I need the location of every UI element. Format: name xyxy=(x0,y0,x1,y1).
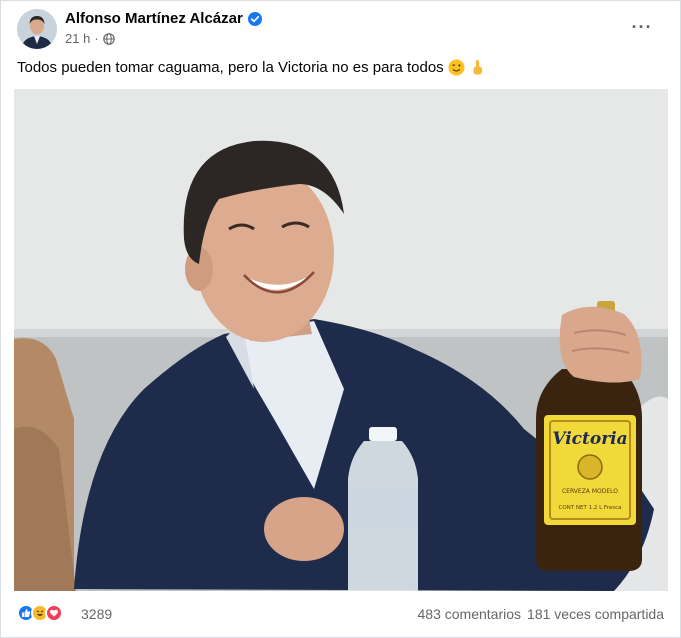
more-options-button[interactable]: ··· xyxy=(628,13,656,41)
reaction-count[interactable]: 3289 xyxy=(81,606,112,622)
post-text: Todos pueden tomar caguama, pero la Vict… xyxy=(17,59,444,76)
post-header: Alfonso Martínez Alcázar 21 h · ··· xyxy=(15,9,666,49)
post-timestamp[interactable]: 21 h xyxy=(65,31,90,46)
comments-count-link[interactable]: 483 comentarios xyxy=(418,606,522,622)
post-footer: 3289 483 comentarios 181 veces compartid… xyxy=(17,601,664,627)
reaction-icons[interactable] xyxy=(17,604,63,622)
globe-icon xyxy=(102,32,115,45)
facebook-post-card: Alfonso Martínez Alcázar 21 h · ··· Todo… xyxy=(0,0,681,638)
meta-separator: · xyxy=(94,31,99,46)
author-name-row: Alfonso Martínez Alcázar xyxy=(65,10,262,27)
verified-badge-icon xyxy=(247,11,262,26)
pointing-up-emoji-icon xyxy=(469,59,486,76)
bottle-sub-label: CERVEZA MODELO xyxy=(562,488,618,495)
post-text-row: Todos pueden tomar caguama, pero la Vict… xyxy=(17,59,486,76)
ellipsis-icon: ··· xyxy=(631,16,653,37)
love-reaction-icon xyxy=(45,604,63,622)
bottle-content-label: CONT NET 1.2 L Fresca xyxy=(559,505,622,511)
author-name[interactable]: Alfonso Martínez Alcázar xyxy=(65,10,243,27)
bottle-brand-label: Victoria xyxy=(552,429,627,449)
shares-count-link[interactable]: 181 veces compartida xyxy=(527,606,664,622)
post-photo[interactable]: Victoria CERVEZA MODELO CONT NET 1.2 L F… xyxy=(14,89,668,591)
engagement-stats: 483 comentarios 181 veces compartida xyxy=(418,606,664,622)
post-meta: 21 h · xyxy=(65,31,115,46)
winking-face-emoji-icon xyxy=(448,59,465,76)
author-avatar[interactable] xyxy=(17,9,57,49)
